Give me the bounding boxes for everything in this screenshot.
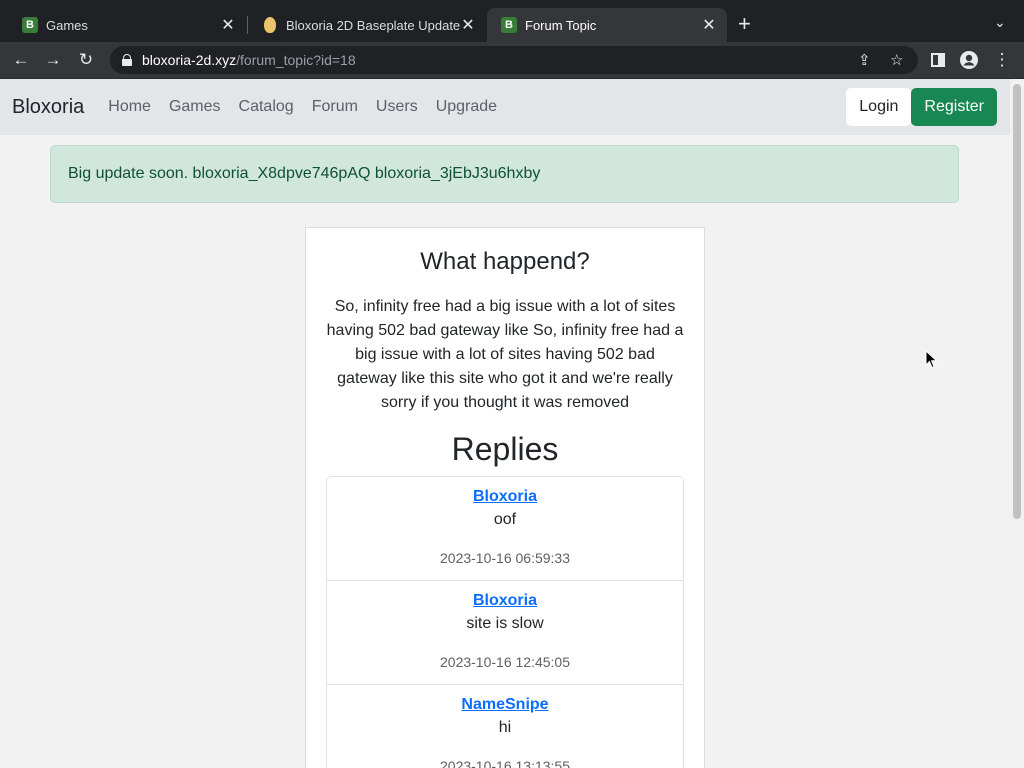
nav-link-home[interactable]: Home — [108, 98, 151, 116]
browser-tab-games[interactable]: B Games ✕ — [8, 8, 246, 42]
scrollbar-thumb[interactable] — [1013, 84, 1021, 519]
url-host: bloxoria-2d.xyz — [142, 52, 237, 68]
site-navbar: Bloxoria Home Games Catalog Forum Users … — [0, 79, 1010, 135]
topic-body: So, infinity free had a big issue with a… — [326, 298, 684, 411]
tab-title: Forum Topic — [525, 17, 597, 33]
reply-text: hi — [498, 719, 512, 736]
reply-date: 2023-10-16 06:59:33 — [440, 550, 570, 566]
close-icon[interactable]: ✕ — [460, 15, 476, 35]
reply-item: Bloxoria site is slow 2023-10-16 12:45:0… — [327, 581, 683, 685]
side-panel-icon[interactable] — [927, 49, 949, 71]
reply-date: 2023-10-16 13:13:55 — [440, 758, 570, 768]
new-tab-plus-icon[interactable]: + — [738, 13, 751, 35]
tab-title: Games — [46, 17, 88, 33]
reply-item: NameSnipe hi 2023-10-16 13:13:55 — [327, 685, 683, 768]
browser-tab-baseplate-update[interactable]: Bloxoria 2D Baseplate Update | ✕ — [248, 8, 486, 42]
reply-author-link[interactable]: Bloxoria — [473, 592, 537, 609]
reply-date: 2023-10-16 12:45:05 — [440, 654, 570, 670]
page-scrollbar[interactable] — [1010, 79, 1024, 768]
url-text[interactable]: bloxoria-2d.xyz/forum_topic?id=18 — [142, 52, 356, 68]
browser-toolbar: ← → ↻ bloxoria-2d.xyz/forum_topic?id=18 … — [0, 42, 1024, 79]
announcement-alert: Big update soon. bloxoria_X8dpve746pAQ b… — [50, 145, 959, 203]
tab-title: Bloxoria 2D Baseplate Update | — [286, 17, 460, 33]
browser-tabstrip: B Games ✕ Bloxoria 2D Baseplate Update |… — [0, 0, 1024, 42]
reply-author-link[interactable]: NameSnipe — [461, 696, 548, 713]
back-arrow-icon[interactable]: ← — [10, 49, 32, 71]
star-bookmark-icon[interactable]: ☆ — [890, 51, 903, 69]
browser-tab-forum-topic[interactable]: B Forum Topic ✕ — [487, 8, 727, 42]
page-viewport: Bloxoria Home Games Catalog Forum Users … — [0, 79, 1010, 768]
forward-arrow-icon[interactable]: → — [42, 49, 64, 71]
close-icon[interactable]: ✕ — [701, 15, 717, 35]
address-bar[interactable]: bloxoria-2d.xyz/forum_topic?id=18 ⇪ ☆ — [110, 46, 918, 74]
kebab-menu-icon[interactable]: ⋮ — [991, 49, 1013, 71]
replies-heading: Replies — [451, 431, 559, 467]
share-icon[interactable]: ⇪ — [858, 51, 871, 69]
url-path: /forum_topic?id=18 — [236, 52, 356, 68]
reply-list: Bloxoria oof 2023-10-16 06:59:33 Bloxori… — [326, 476, 684, 768]
reply-text: site is slow — [466, 615, 544, 632]
nav-link-games[interactable]: Games — [169, 98, 221, 116]
profile-avatar-icon[interactable] — [958, 49, 980, 71]
register-button[interactable]: Register — [911, 88, 997, 126]
topic-title: What happend? — [420, 248, 590, 275]
reply-item: Bloxoria oof 2023-10-16 06:59:33 — [327, 477, 683, 581]
nav-link-catalog[interactable]: Catalog — [239, 98, 294, 116]
lock-icon[interactable] — [122, 54, 132, 66]
nav-link-forum[interactable]: Forum — [312, 98, 358, 116]
nav-link-upgrade[interactable]: Upgrade — [436, 98, 497, 116]
reply-text: oof — [493, 511, 517, 528]
forum-topic-card: What happend? So, infinity free had a bi… — [305, 227, 705, 768]
login-button[interactable]: Login — [846, 88, 912, 126]
site-brand[interactable]: Bloxoria — [12, 96, 84, 119]
auth-buttons: Login Register — [846, 88, 997, 126]
mouse-cursor-icon — [925, 350, 938, 369]
bloxoria-favicon-icon: B — [501, 17, 517, 33]
reply-author-link[interactable]: Bloxoria — [473, 488, 537, 505]
bloxoria-favicon-icon: B — [22, 17, 38, 33]
chevron-down-icon[interactable]: ⌄ — [994, 14, 1006, 31]
reload-icon[interactable]: ↻ — [75, 49, 97, 71]
close-icon[interactable]: ✕ — [220, 15, 236, 35]
nav-link-users[interactable]: Users — [376, 98, 418, 116]
egg-icon — [264, 17, 276, 33]
